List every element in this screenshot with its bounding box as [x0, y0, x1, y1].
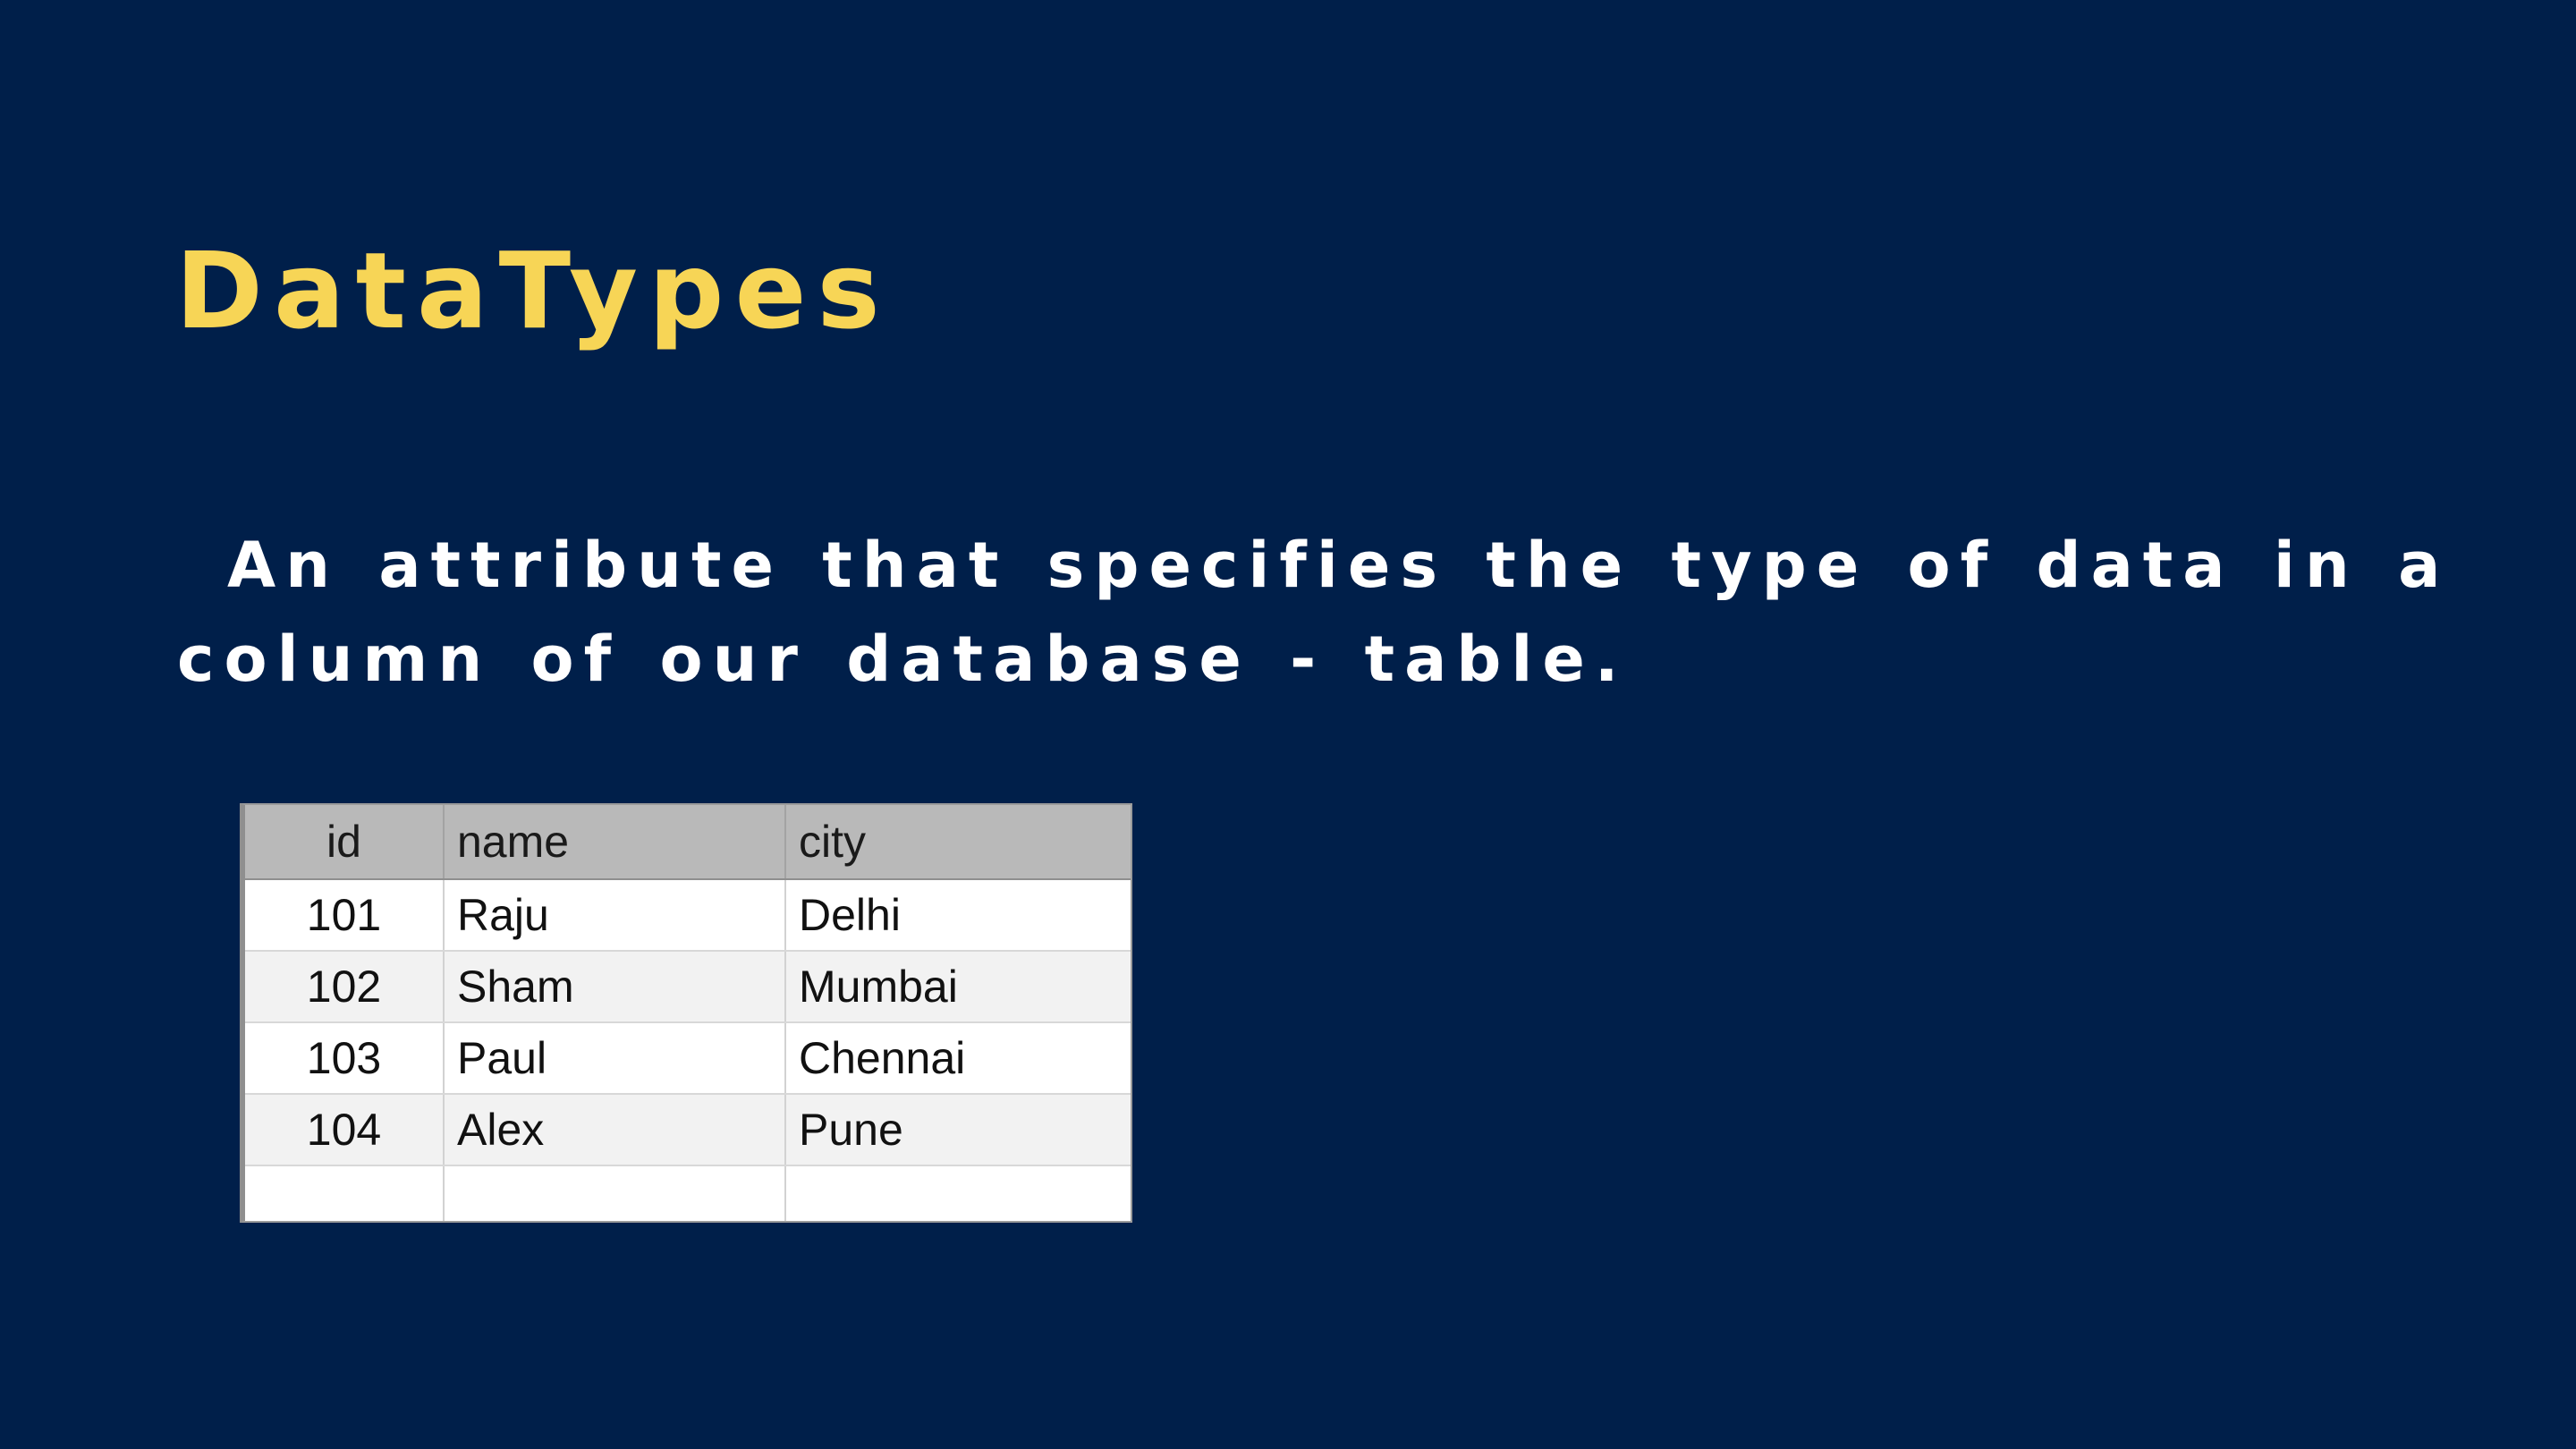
table-empty-cell: [785, 1165, 1131, 1221]
slide-title: DataTypes: [175, 229, 891, 352]
table-row: 102 Sham Mumbai: [245, 951, 1131, 1023]
table-empty-cell: [245, 1165, 445, 1221]
table-row: 101 Raju Delhi: [245, 879, 1131, 952]
table-cell-id: 103: [245, 1022, 445, 1095]
table-cell-city: Chennai: [785, 1022, 1131, 1095]
slide: DataTypes An attribute that specifies th…: [0, 0, 2576, 1449]
table-cell-id: 104: [245, 1094, 445, 1166]
table-cell-city: Delhi: [785, 879, 1131, 952]
table-row: 103 Paul Chennai: [245, 1022, 1131, 1095]
table-empty-cell: [444, 1165, 786, 1221]
table-header-city: city: [785, 805, 1131, 880]
table-cell-name: Raju: [444, 879, 786, 952]
sample-table: id name city 101 Raju Delhi 102 Sham Mum…: [245, 805, 1131, 1221]
table-cell-name: Sham: [444, 951, 786, 1023]
description-line: column of our database - table.: [177, 623, 1629, 696]
table-cell-name: Alex: [444, 1094, 786, 1166]
table-cell-id: 101: [245, 879, 445, 952]
table-row: 104 Alex Pune: [245, 1094, 1131, 1166]
sample-table-image: id name city 101 Raju Delhi 102 Sham Mum…: [240, 803, 1132, 1223]
table-cell-city: Pune: [785, 1094, 1131, 1166]
table-cell-id: 102: [245, 951, 445, 1023]
table-cell-city: Mumbai: [785, 951, 1131, 1023]
description-text: An attribute that specifies the type of …: [177, 519, 2451, 707]
table-empty-row: [245, 1165, 1131, 1221]
table-cell-name: Paul: [444, 1022, 786, 1095]
table-header-id: id: [245, 805, 445, 880]
table-header-name: name: [444, 805, 786, 880]
table-header-row: id name city: [245, 805, 1131, 880]
description-line: An attribute that specifies the type of …: [227, 529, 2451, 602]
